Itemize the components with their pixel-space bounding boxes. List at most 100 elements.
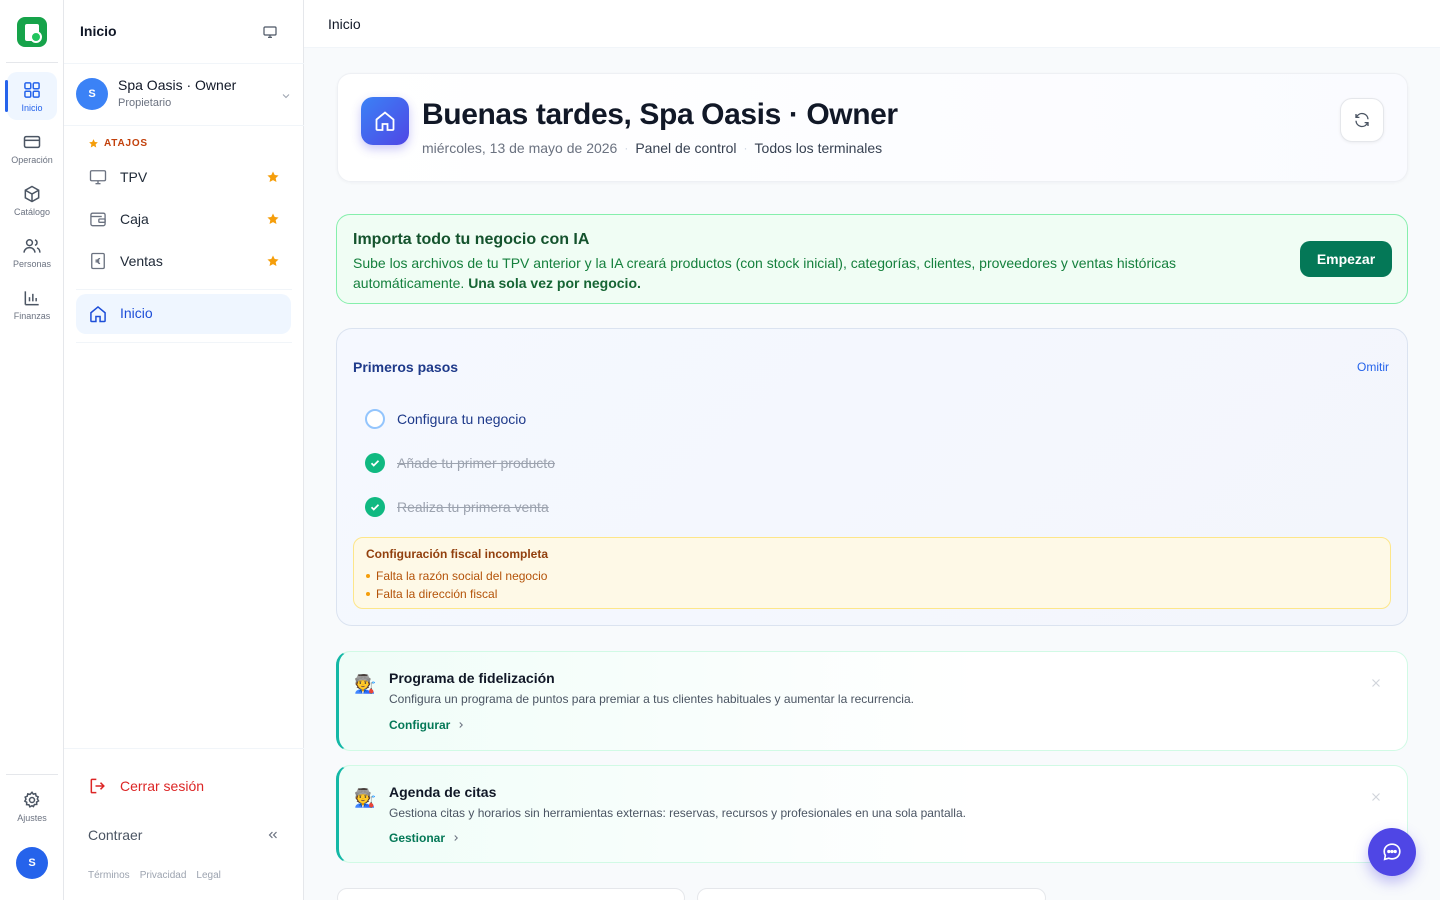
skip-link[interactable]: Omitir — [1357, 360, 1389, 374]
step-label: Configura tu negocio — [397, 411, 527, 427]
privacy-link[interactable]: Privacidad — [140, 870, 187, 881]
rail-item-label: Finanzas — [13, 310, 51, 321]
bar-chart-icon — [24, 290, 39, 305]
chat-button[interactable] — [1368, 828, 1416, 876]
step-item[interactable]: Realiza tu primera venta — [365, 496, 549, 518]
terms-link[interactable]: Términos — [88, 870, 130, 881]
shortcut-tpv[interactable]: TPV — [76, 158, 292, 196]
step-item[interactable]: Añade tu primer producto — [365, 452, 555, 474]
rail-item-label: Inicio — [21, 102, 43, 113]
rail-item-inicio[interactable]: Inicio — [5, 72, 57, 120]
greeting-meta: miércoles, 13 de mayo de 2026 · Panel de… — [422, 140, 882, 156]
collapse-sidebar-button[interactable]: Contraer — [88, 826, 280, 846]
rail-item-operacion[interactable]: Operación — [7, 124, 57, 172]
logout-icon — [90, 778, 105, 794]
sidebar-divider — [64, 748, 304, 749]
monitor-icon — [89, 170, 107, 185]
rail-item-ajustes[interactable]: Ajustes — [7, 782, 57, 830]
refresh-button[interactable] — [1340, 98, 1384, 142]
feature-link-label: Gestionar — [389, 831, 446, 845]
account-name: Spa Oasis · Owner — [118, 77, 237, 93]
grid-icon — [24, 81, 40, 98]
star-icon[interactable] — [266, 254, 280, 268]
panel-label: Panel de control — [635, 140, 737, 156]
user-avatar[interactable]: S — [16, 847, 48, 879]
collapse-label: Contraer — [88, 827, 143, 843]
logout-button[interactable]: Cerrar sesión — [88, 776, 204, 796]
breadcrumb: Inicio — [328, 16, 361, 32]
fiscal-warning-list: Falta la razón social del negocio Falta … — [366, 567, 547, 603]
warning-item: Falta la dirección fiscal — [366, 585, 547, 603]
feature-description: Configura un programa de puntos para pre… — [389, 692, 914, 706]
shortcut-ventas[interactable]: Ventas — [76, 242, 292, 280]
sidebar-title: Inicio — [80, 23, 117, 39]
check-circle-icon — [365, 497, 385, 517]
worker-icon: 🧑‍🏭 — [354, 674, 377, 694]
shortcuts-label: ATAJOS — [88, 138, 148, 149]
box-icon — [24, 185, 40, 202]
check-circle-icon — [365, 453, 385, 473]
shortcuts-label-text: ATAJOS — [104, 138, 148, 149]
monitor-icon[interactable] — [262, 24, 278, 40]
rail-item-label: Operación — [11, 154, 53, 165]
euro-receipt-icon — [91, 252, 105, 270]
close-icon[interactable] — [1369, 790, 1383, 804]
configure-link[interactable]: Configurar — [389, 718, 466, 732]
feature-card-loyalty: 🧑‍🏭 Programa de fidelización Configura u… — [336, 651, 1408, 751]
rail-item-label: Ajustes — [17, 812, 47, 823]
feature-title: Programa de fidelización — [389, 670, 555, 686]
step-item[interactable]: Configura tu negocio — [365, 408, 526, 430]
chevrons-left-icon — [268, 831, 277, 839]
sidebar-item-inicio[interactable]: Inicio — [76, 294, 291, 334]
manage-link[interactable]: Gestionar — [389, 831, 461, 845]
shortcut-label: Caja — [120, 211, 149, 227]
account-role: Propietario — [118, 97, 172, 109]
chevron-right-icon — [454, 835, 459, 841]
separator-dot: · — [743, 141, 748, 155]
close-icon[interactable] — [1369, 676, 1383, 690]
rail-item-personas[interactable]: Personas — [7, 228, 57, 276]
logout-label: Cerrar sesión — [120, 778, 205, 794]
stat-card — [337, 888, 685, 900]
account-switcher[interactable]: S Spa Oasis · Owner Propietario — [64, 64, 304, 126]
sidebar-divider — [76, 289, 292, 290]
shortcut-caja[interactable]: Caja — [76, 200, 292, 238]
feature-card-appointments: 🧑‍🏭 Agenda de citas Gestiona citas y hor… — [336, 765, 1408, 863]
rail-item-finanzas[interactable]: Finanzas — [7, 280, 57, 328]
pending-circle-icon — [365, 409, 385, 429]
chevron-down-icon — [282, 94, 290, 99]
legal-link[interactable]: Legal — [196, 870, 220, 881]
warning-item: Falta la razón social del negocio — [366, 567, 547, 585]
step-label: Realiza tu primera venta — [397, 499, 549, 515]
card-icon — [23, 135, 41, 148]
rail-divider — [6, 62, 58, 63]
home-icon — [361, 97, 409, 145]
rail-divider — [6, 774, 58, 775]
feature-link-label: Configurar — [389, 718, 451, 732]
start-import-button[interactable]: Empezar — [1300, 241, 1392, 277]
legal-links: Términos Privacidad Legal — [88, 870, 221, 881]
rail-item-catalogo[interactable]: Catálogo — [7, 176, 57, 224]
shortcut-label: Ventas — [120, 253, 163, 269]
sidebar: Inicio S Spa Oasis · Owner Propietario A… — [64, 0, 304, 900]
page-title: Buenas tardes, Spa Oasis · Owner — [422, 98, 898, 131]
star-icon[interactable] — [266, 212, 280, 226]
separator-dot: · — [624, 141, 629, 155]
feature-title: Agenda de citas — [389, 784, 497, 800]
ai-import-banner: Importa todo tu negocio con IA Sube los … — [336, 214, 1408, 304]
sidebar-item-label: Inicio — [120, 305, 153, 321]
ai-import-description: Sube los archivos de tu TPV anterior y l… — [353, 253, 1253, 293]
gear-icon — [23, 790, 40, 808]
topbar: Inicio — [304, 0, 1440, 48]
account-avatar: S — [76, 78, 108, 110]
greeting-card: Buenas tardes, Spa Oasis · Owner miércol… — [337, 73, 1408, 182]
step-label: Añade tu primer producto — [397, 455, 555, 471]
stat-card — [697, 888, 1046, 900]
first-steps-card: Primeros pasos Omitir Configura tu negoc… — [336, 328, 1408, 626]
app-logo[interactable] — [17, 17, 47, 47]
sidebar-header: Inicio — [64, 0, 304, 64]
fiscal-warning-title: Configuración fiscal incompleta — [366, 547, 549, 561]
feature-description: Gestiona citas y horarios sin herramient… — [389, 806, 966, 820]
wallet-icon — [90, 212, 106, 227]
star-icon[interactable] — [266, 170, 280, 184]
